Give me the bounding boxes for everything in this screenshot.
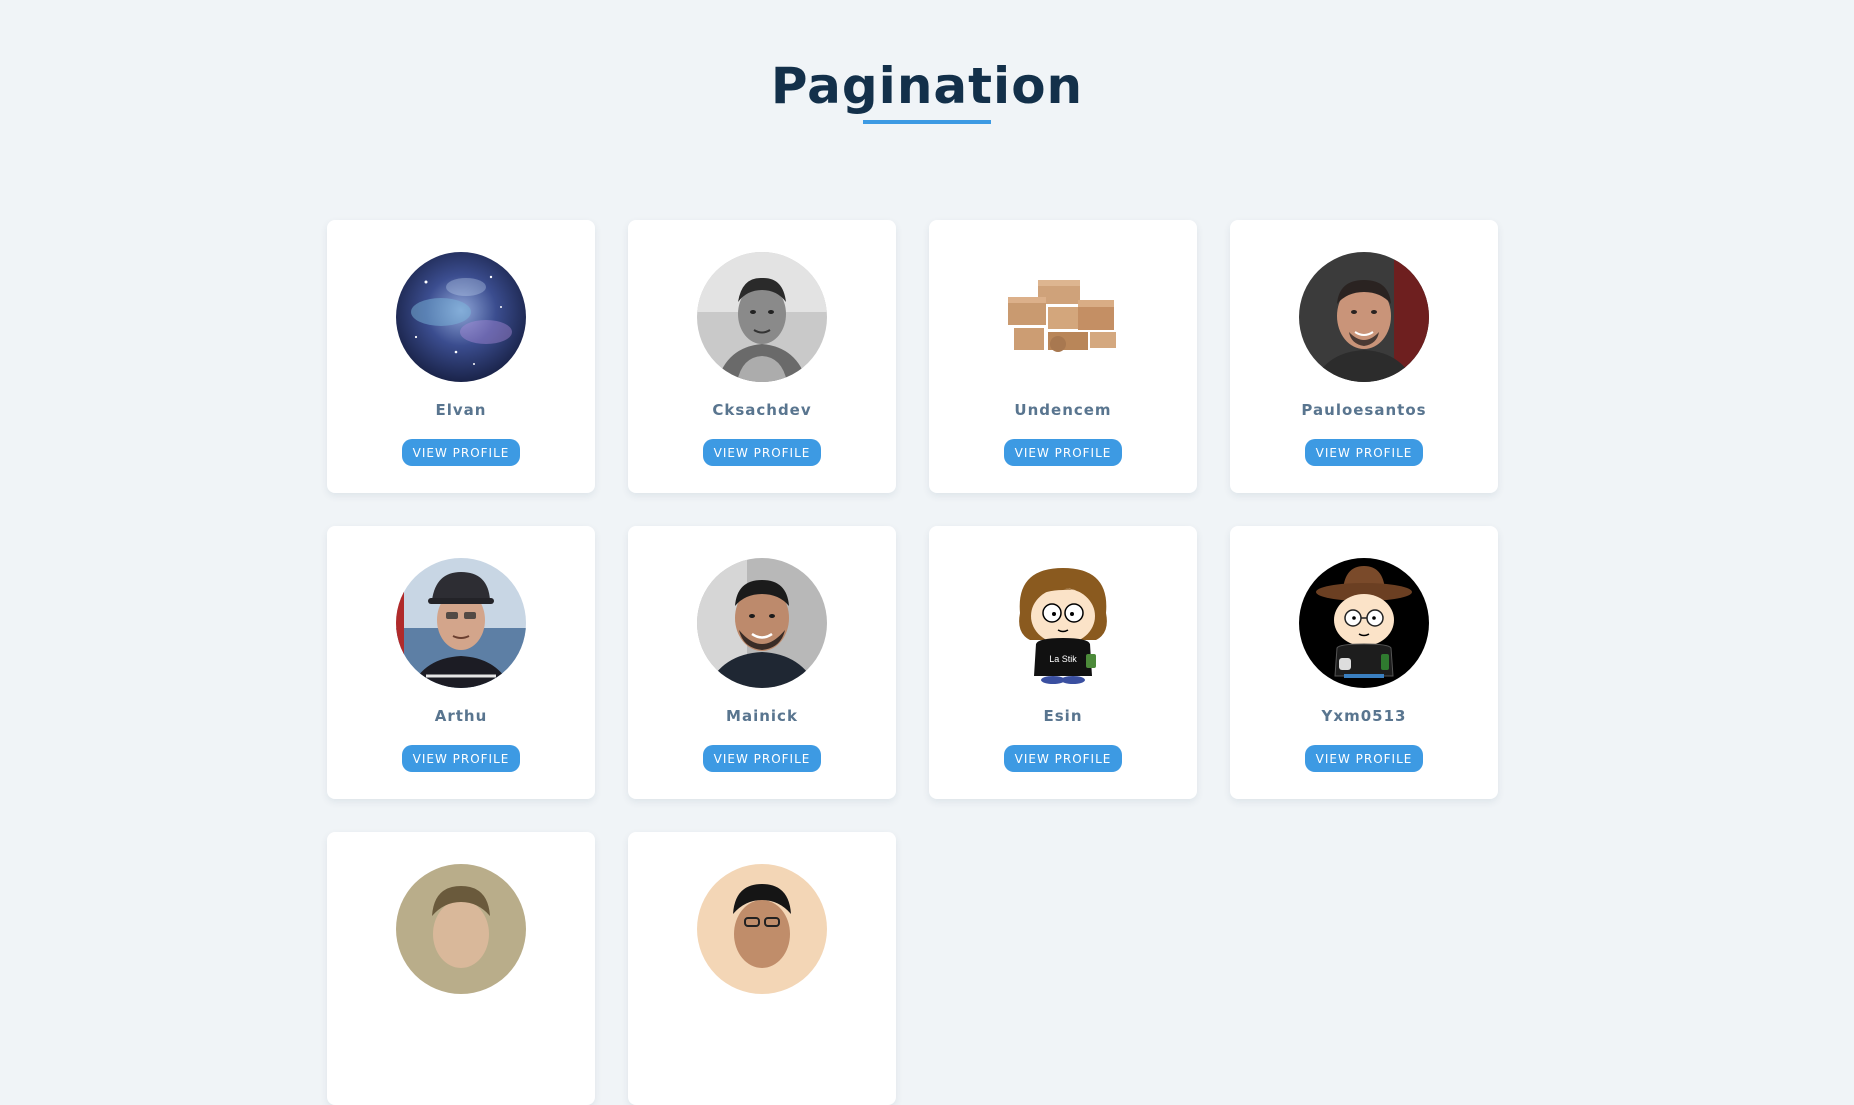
profile-card	[327, 832, 595, 1105]
view-profile-button[interactable]: VIEW PROFILE	[702, 439, 822, 466]
profile-name: Elvan	[435, 401, 487, 419]
profile-name: Pauloesantos	[1301, 401, 1427, 419]
cartoon-avatar: La Stik	[998, 558, 1128, 688]
profile-name: Esin	[1043, 707, 1083, 725]
view-profile-button[interactable]: VIEW PROFILE	[702, 745, 822, 772]
man-portrait-avatar	[396, 864, 526, 994]
profile-card: Elvan VIEW PROFILE	[327, 220, 595, 493]
cartoon-hat-avatar	[1299, 558, 1429, 688]
profile-card: Arthu VIEW PROFILE	[327, 526, 595, 799]
view-profile-button[interactable]: VIEW PROFILE	[1003, 439, 1123, 466]
profile-card	[628, 832, 896, 1105]
profile-name: Arthu	[434, 707, 488, 725]
man-portrait-avatar	[697, 558, 827, 688]
profile-card: Pauloesantos VIEW PROFILE	[1230, 220, 1498, 493]
man-with-cap-avatar	[396, 558, 526, 688]
galaxy-avatar	[396, 252, 526, 382]
view-profile-button[interactable]: VIEW PROFILE	[1304, 439, 1424, 466]
profile-card: Undencem VIEW PROFILE	[929, 220, 1197, 493]
profile-card: Yxm0513 VIEW PROFILE	[1230, 526, 1498, 799]
man-portrait-avatar	[697, 252, 827, 382]
man-portrait-avatar	[1299, 252, 1429, 382]
cartoon-shirt-text: La Stik	[1049, 654, 1077, 664]
profile-card: Mainick VIEW PROFILE	[628, 526, 896, 799]
view-profile-button[interactable]: VIEW PROFILE	[1003, 745, 1123, 772]
page-header: Pagination	[0, 56, 1854, 124]
profile-name: Cksachdev	[712, 401, 812, 419]
profile-grid: Elvan VIEW PROFILE Cksachdev VIEW PROFIL…	[327, 220, 1498, 1105]
profile-name: Undencem	[1014, 401, 1112, 419]
profile-name: Mainick	[726, 707, 798, 725]
profile-card: La Stik Esin VIEW PROFILE	[929, 526, 1197, 799]
profile-card: Cksachdev VIEW PROFILE	[628, 220, 896, 493]
boxes-avatar	[998, 252, 1128, 382]
view-profile-button[interactable]: VIEW PROFILE	[401, 745, 521, 772]
profile-name: Yxm0513	[1321, 707, 1407, 725]
title-underline	[863, 120, 991, 124]
page-title: Pagination	[770, 57, 1084, 115]
view-profile-button[interactable]: VIEW PROFILE	[401, 439, 521, 466]
view-profile-button[interactable]: VIEW PROFILE	[1304, 745, 1424, 772]
man-with-glasses-avatar	[697, 864, 827, 994]
